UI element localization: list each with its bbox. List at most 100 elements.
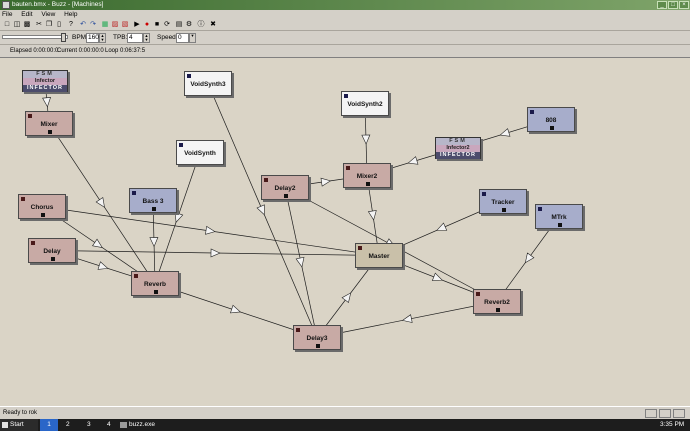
connection-arrow[interactable] (149, 237, 159, 248)
machine-mute-led[interactable] (51, 257, 56, 261)
loop-icon[interactable]: ⟳ (162, 20, 172, 30)
machine-mute-led[interactable] (41, 213, 46, 217)
machine-delay2[interactable]: Delay2 (261, 175, 309, 200)
copy-icon[interactable]: ❐ (44, 20, 54, 30)
machine-mute-led[interactable] (550, 126, 555, 130)
menu-file[interactable]: File (2, 11, 12, 18)
machine-reverb[interactable]: Reverb (131, 271, 179, 296)
machine-voidsynth[interactable]: VoidSynth (176, 140, 224, 165)
app-icon (2, 1, 10, 9)
machine-master[interactable]: Master (355, 243, 403, 268)
sequence-icon[interactable]: ▧ (120, 20, 130, 30)
desktop-3[interactable]: 3 (87, 419, 91, 431)
machine-delay3[interactable]: Delay3 (293, 325, 341, 350)
machine-mute-led[interactable] (154, 290, 159, 294)
connection-arrow[interactable] (401, 314, 413, 323)
connection-arrow[interactable] (431, 272, 443, 281)
maximize-button[interactable]: □ (668, 1, 678, 9)
speed-field[interactable]: 0 ▼ (176, 33, 196, 43)
cut-icon[interactable]: ✂ (34, 20, 44, 30)
volume-slider[interactable] (2, 33, 68, 42)
paste-icon[interactable]: ▯ (54, 20, 64, 30)
machine-mute-led[interactable] (48, 130, 53, 134)
bpm-field[interactable]: 160 ▲ ▼ (86, 33, 106, 43)
bpm-spinner[interactable]: ▲ ▼ (99, 33, 106, 43)
machine-mute-led[interactable] (502, 208, 507, 212)
volume-slider-knob[interactable] (61, 33, 66, 42)
tpb-value: 4 (129, 34, 133, 41)
connection-arrow[interactable] (341, 292, 352, 304)
machine-label: Chorus (30, 204, 54, 211)
tpb-spinner[interactable]: ▲ ▼ (143, 33, 150, 43)
machine-s808[interactable]: 808 (527, 107, 575, 132)
machine-view-icon[interactable]: ▨ (110, 20, 120, 30)
start-button[interactable]: Start (0, 419, 38, 431)
close-button[interactable]: × (679, 1, 689, 9)
connection-arrow[interactable] (295, 256, 305, 268)
machine-led (530, 110, 534, 114)
machine-infector[interactable]: FSM Infector INFECTOR (22, 70, 68, 92)
stop-icon[interactable]: ■ (152, 20, 162, 30)
machine-reverb2[interactable]: Reverb2 (473, 289, 521, 314)
connection-arrow[interactable] (174, 212, 184, 223)
task-buzz[interactable]: buzz.exe (118, 419, 168, 431)
machine-view[interactable]: FSM Infector INFECTOR Mixer VoidSynth3 VoidSy… (0, 58, 690, 406)
machine-skin-name: INFECTOR (436, 152, 480, 159)
wave-table-icon[interactable]: ▤ (174, 20, 184, 30)
record-icon[interactable]: ● (142, 20, 152, 30)
speed-dropdown[interactable]: ▼ (189, 33, 196, 43)
menu-view[interactable]: View (41, 11, 55, 18)
menu-help[interactable]: Help (64, 11, 77, 18)
connection-arrow[interactable] (210, 248, 221, 258)
connection-arrow[interactable] (407, 156, 419, 165)
connection-arrow[interactable] (256, 204, 265, 216)
machine-infector2[interactable]: FSM Infector2 INFECTOR (435, 137, 481, 159)
machine-mute-led[interactable] (496, 308, 501, 312)
connection-arrow[interactable] (92, 238, 103, 248)
machine-voidsynth3[interactable]: VoidSynth3 (184, 71, 232, 96)
save-icon[interactable]: ▩ (22, 20, 32, 30)
connection-arrow[interactable] (361, 134, 371, 145)
play-icon[interactable]: ▶ (132, 20, 142, 30)
redo-icon[interactable]: ↷ (88, 20, 98, 30)
machine-voidsynth2[interactable]: VoidSynth2 (341, 91, 389, 116)
machine-mixer[interactable]: Mixer (25, 111, 73, 136)
machine-mute-led[interactable] (284, 194, 289, 198)
new-file-icon[interactable]: □ (2, 20, 12, 30)
minimize-button[interactable]: _ (657, 1, 667, 9)
connection-arrow[interactable] (524, 252, 535, 264)
connection-arrow[interactable] (320, 177, 332, 187)
settings-icon[interactable]: ⚙ (184, 20, 194, 30)
help-icon[interactable]: ? (66, 20, 76, 30)
machine-mute-led[interactable] (366, 182, 371, 186)
pattern-editor-icon[interactable]: ▦ (100, 20, 110, 30)
desktop-4[interactable]: 4 (107, 419, 111, 431)
connection-arrow[interactable] (230, 304, 241, 314)
tpb-field[interactable]: 4 ▲ ▼ (127, 33, 150, 43)
connection-arrow[interactable] (436, 222, 448, 231)
machine-mixer2[interactable]: Mixer2 (343, 163, 391, 188)
connection-arrow[interactable] (367, 210, 377, 221)
machine-label: Delay3 (306, 335, 328, 342)
machine-mute-led[interactable] (558, 223, 563, 227)
connection-arrow[interactable] (499, 128, 511, 137)
machine-mute-led[interactable] (316, 344, 321, 348)
speed-value: 0 (178, 34, 182, 41)
connection-arrow[interactable] (205, 225, 216, 235)
desktop-2[interactable]: 2 (66, 419, 70, 431)
machine-mute-led[interactable] (152, 207, 157, 211)
connection-arrow[interactable] (95, 197, 105, 208)
tools-icon[interactable]: ✖ (208, 20, 218, 30)
desktop-1[interactable]: 1 (40, 419, 58, 431)
machine-bass3[interactable]: Bass 3 (129, 188, 177, 213)
info-icon[interactable]: ⓘ (196, 20, 206, 30)
machine-tracker[interactable]: Tracker (479, 189, 527, 214)
undo-icon[interactable]: ↶ (78, 20, 88, 30)
machine-mtrk[interactable]: MTrk (535, 204, 583, 229)
open-folder-icon[interactable]: ◫ (12, 20, 22, 30)
connection-arrow[interactable] (97, 261, 109, 270)
machine-delay[interactable]: Delay (28, 238, 76, 263)
menu-edit[interactable]: Edit (21, 11, 32, 18)
machine-chorus[interactable]: Chorus (18, 194, 66, 219)
connection-arrow[interactable] (42, 97, 51, 108)
